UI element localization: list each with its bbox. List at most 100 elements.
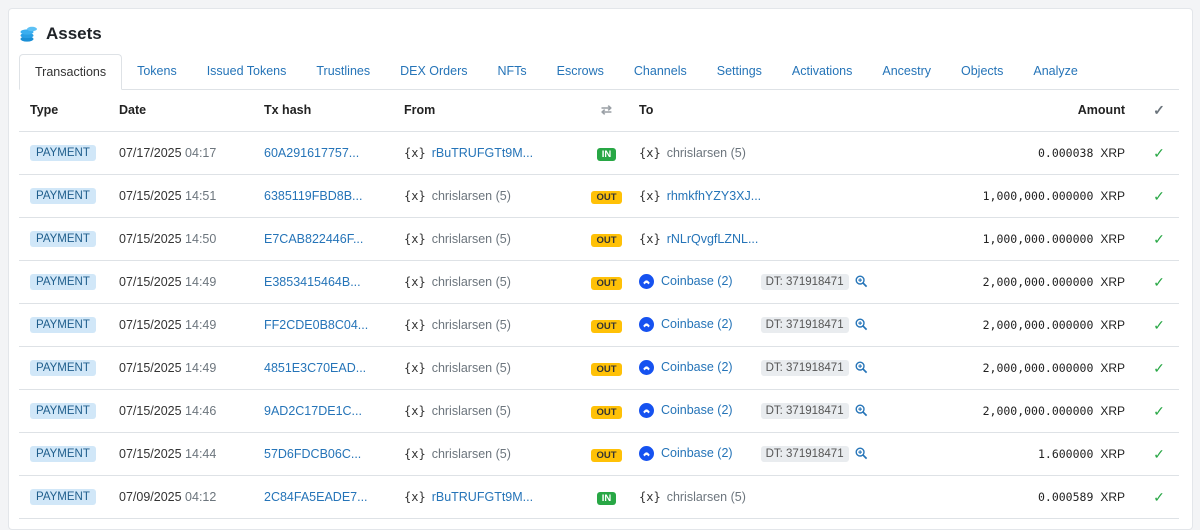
zoom-in-icon[interactable]: [849, 403, 868, 417]
tx-hash-link[interactable]: FF2CDE0B8C04...: [264, 318, 368, 332]
tx-hash-link[interactable]: 2C84FA5EADE7...: [264, 490, 368, 504]
amount-value: 2,000,000.000000: [982, 404, 1094, 418]
address-icon: {x}: [404, 361, 426, 375]
amount-currency: XRP: [1100, 490, 1125, 504]
success-check-icon: ✓: [1139, 217, 1179, 261]
address-icon: {x}: [639, 146, 661, 160]
tab-transactions[interactable]: Transactions: [19, 54, 123, 90]
to-address-link[interactable]: Coinbase (2): [661, 446, 733, 460]
tab-nfts[interactable]: NFTs: [483, 54, 542, 88]
amount-currency: XRP: [1100, 447, 1125, 461]
from-address: chrislarsen (5): [431, 318, 511, 332]
tab-analyze[interactable]: Analyze: [1018, 54, 1092, 88]
tx-time: 14:49: [185, 318, 217, 332]
tab-trustlines[interactable]: Trustlines: [301, 54, 385, 88]
to-address-link[interactable]: Coinbase (2): [661, 274, 733, 288]
to-address[interactable]: rhmkfhYZY3XJ...: [667, 189, 761, 203]
tab-bar: Transactions Tokens Issued Tokens Trustline…: [19, 54, 1179, 90]
col-from: From: [404, 89, 574, 132]
tab-escrows[interactable]: Escrows: [542, 54, 619, 88]
tx-date: 07/17/2025: [119, 146, 182, 160]
direction-badge: OUT: [591, 448, 622, 462]
to-address-link[interactable]: Coinbase (2): [661, 360, 733, 374]
tx-hash-link[interactable]: E7CAB822446F...: [264, 232, 363, 246]
address-icon: {x}: [404, 318, 426, 332]
amount-value: 2,000,000.000000: [982, 275, 1094, 289]
col-to: To: [639, 89, 979, 132]
tx-type-badge: PAYMENT: [30, 231, 96, 247]
tab-issued-tokens[interactable]: Issued Tokens: [192, 54, 302, 88]
table-row: PAYMENT 07/15/2025 14:50 E7CAB822446F... {x…: [19, 217, 1179, 261]
page-title: Assets: [46, 24, 102, 43]
tx-date: 07/15/2025: [119, 447, 182, 461]
table-row: PAYMENT 07/09/2025 04:12 2C84FA5EADE7... {x…: [19, 475, 1179, 519]
zoom-in-icon[interactable]: [849, 317, 868, 331]
coinbase-icon: [639, 360, 661, 376]
to-address: chrislarsen (5): [666, 146, 746, 160]
tx-date: 07/15/2025: [119, 361, 182, 375]
coinbase-icon: [639, 274, 661, 290]
col-type: Type: [19, 89, 119, 132]
tx-type-badge: PAYMENT: [30, 403, 96, 419]
tx-hash-link[interactable]: 4851E3C70EAD...: [264, 361, 366, 375]
to-address-link[interactable]: Coinbase (2): [661, 317, 733, 331]
zoom-in-icon[interactable]: [849, 274, 868, 288]
tx-hash-link[interactable]: 57D6FDCB06C...: [264, 447, 361, 461]
to-address: chrislarsen (5): [666, 490, 746, 504]
tx-type-badge: PAYMENT: [30, 360, 96, 376]
tx-hash-link[interactable]: E3853415464B...: [264, 275, 361, 289]
tx-type-badge: PAYMENT: [30, 188, 96, 204]
tx-date: 07/15/2025: [119, 189, 182, 203]
col-date: Date: [119, 89, 264, 132]
direction-badge: IN: [596, 147, 617, 161]
table-row: PAYMENT 07/15/2025 14:44 57D6FDCB06C... {x}…: [19, 432, 1179, 476]
tx-time: 14:46: [185, 404, 217, 418]
from-address[interactable]: rBuTRUFGTt9M...: [432, 146, 533, 160]
tx-type-badge: PAYMENT: [30, 489, 96, 505]
to-address-link[interactable]: Coinbase (2): [661, 403, 733, 417]
swap-direction-icon[interactable]: ⇄: [574, 89, 639, 132]
tx-date: 07/15/2025: [119, 232, 182, 246]
success-check-icon: ✓: [1139, 174, 1179, 218]
amount-currency: XRP: [1100, 361, 1125, 375]
tab-channels[interactable]: Channels: [619, 54, 702, 88]
col-hash: Tx hash: [264, 89, 404, 132]
from-address: chrislarsen (5): [431, 275, 511, 289]
address-icon: {x}: [404, 189, 426, 203]
tab-activations[interactable]: Activations: [777, 54, 867, 88]
tx-hash-link[interactable]: 9AD2C17DE1C...: [264, 404, 362, 418]
tab-dex-orders[interactable]: DEX Orders: [385, 54, 482, 88]
tx-time: 14:51: [185, 189, 217, 203]
to-address[interactable]: rNLrQvgfLZNL...: [667, 232, 759, 246]
zoom-in-icon[interactable]: [849, 360, 868, 374]
coinbase-icon: [639, 317, 661, 333]
direction-badge: OUT: [591, 319, 622, 333]
tx-hash-link[interactable]: 6385119FBD8B...: [264, 189, 362, 203]
tab-settings[interactable]: Settings: [702, 54, 777, 88]
transactions-table: Type Date Tx hash From ⇄ To Amount ✓ PAY…: [19, 89, 1179, 519]
destination-tag-badge: DT: 371918471: [760, 360, 849, 376]
tx-time: 14:50: [185, 232, 217, 246]
address-icon: {x}: [404, 232, 426, 246]
col-status-check-icon: ✓: [1139, 89, 1179, 132]
from-address[interactable]: rBuTRUFGTt9M...: [432, 490, 533, 504]
tab-ancestry[interactable]: Ancestry: [867, 54, 946, 88]
zoom-in-icon[interactable]: [849, 446, 868, 460]
table-row: PAYMENT 07/15/2025 14:51 6385119FBD8B... {x…: [19, 174, 1179, 218]
tab-tokens[interactable]: Tokens: [122, 54, 192, 88]
amount-currency: XRP: [1100, 189, 1125, 203]
amount-value: 1,000,000.000000: [982, 189, 1094, 203]
tx-time: 14:49: [185, 361, 217, 375]
from-address: chrislarsen (5): [431, 361, 511, 375]
tx-time: 14:44: [185, 447, 217, 461]
tx-time: 14:49: [185, 275, 217, 289]
tab-objects[interactable]: Objects: [946, 54, 1018, 88]
address-icon: {x}: [639, 490, 661, 504]
tx-type-badge: PAYMENT: [30, 274, 96, 290]
tx-hash-link[interactable]: 60A291617757...: [264, 146, 359, 160]
success-check-icon: ✓: [1139, 131, 1179, 175]
coinbase-icon: [639, 403, 661, 419]
table-row: PAYMENT 07/15/2025 14:46 9AD2C17DE1C... {x}…: [19, 389, 1179, 433]
assets-header: Assets: [19, 21, 102, 47]
address-icon: {x}: [404, 404, 426, 418]
